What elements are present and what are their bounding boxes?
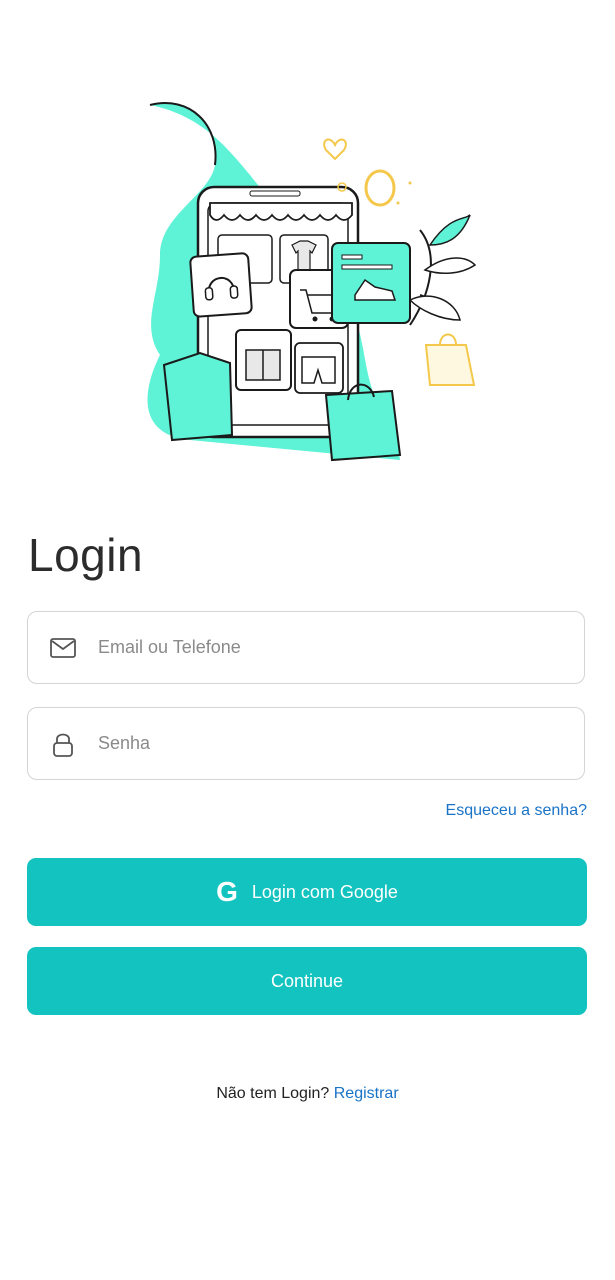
register-link[interactable]: Registrar — [334, 1085, 399, 1102]
register-prompt: Não tem Login? Registrar — [0, 1085, 615, 1103]
google-icon: G — [216, 876, 238, 907]
register-prompt-text: Não tem Login? — [216, 1085, 330, 1102]
continue-label: Continue — [270, 970, 344, 991]
email-field[interactable] — [27, 611, 585, 684]
password-field[interactable] — [27, 707, 585, 780]
forgot-password-link[interactable]: Esqueceu a senha? — [446, 802, 587, 820]
google-login-label: Login com Google — [251, 881, 398, 902]
mail-icon — [48, 633, 78, 663]
lock-icon — [48, 729, 78, 759]
page-title: Login — [28, 529, 144, 581]
email-input[interactable] — [96, 636, 584, 659]
shopping-illustration — [147, 102, 477, 462]
google-login-button[interactable]: G Login com Google — [27, 858, 587, 926]
continue-button[interactable]: Continue — [27, 947, 587, 1015]
password-input[interactable] — [96, 732, 584, 755]
